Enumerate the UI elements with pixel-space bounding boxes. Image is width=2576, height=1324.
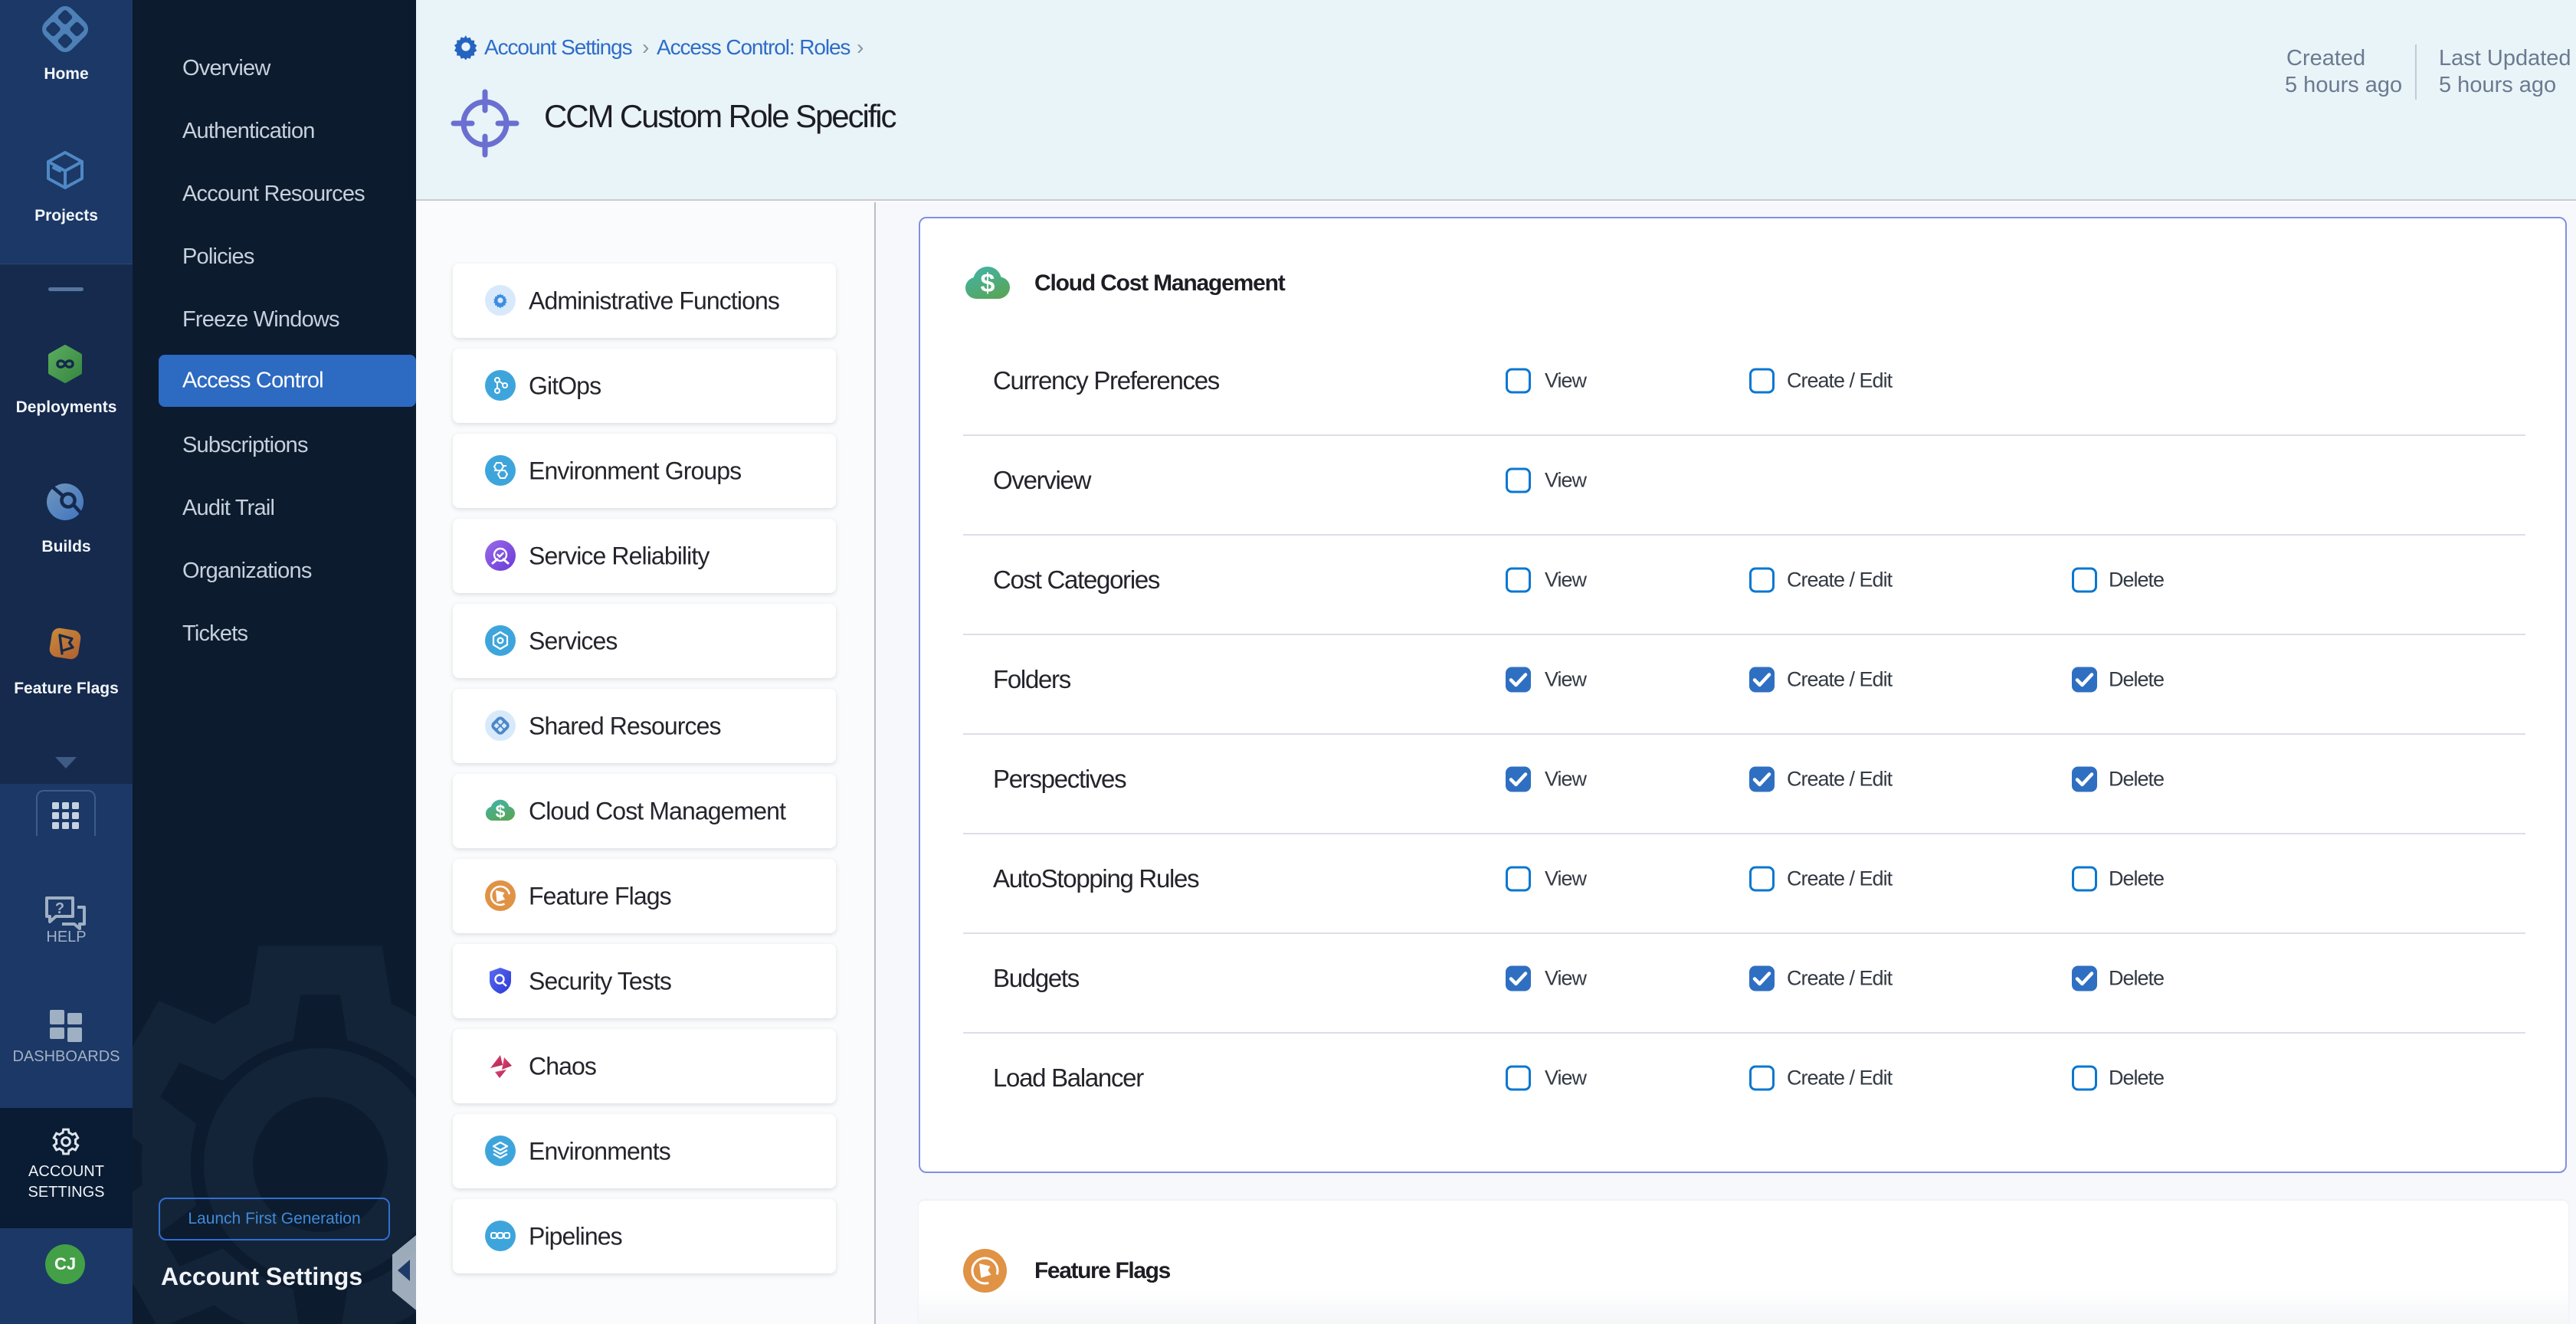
svg-text:$: $ [981, 269, 995, 298]
svg-text:?: ? [55, 900, 64, 917]
svg-text:$: $ [496, 801, 506, 821]
